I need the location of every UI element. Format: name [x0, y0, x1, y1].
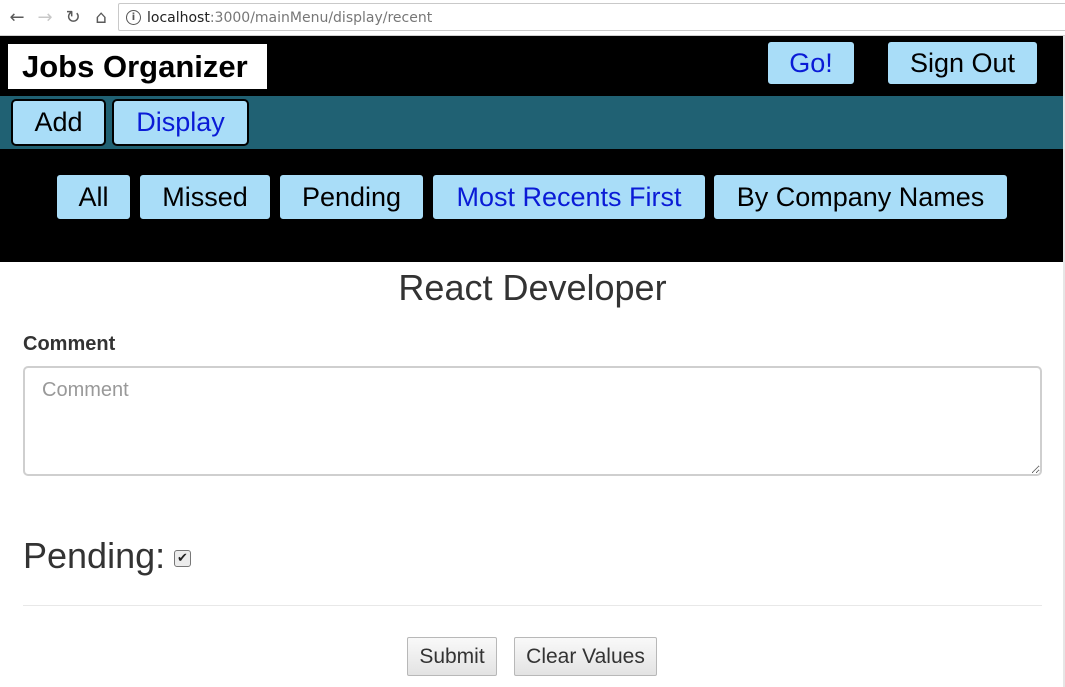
go-button[interactable]: Go! [766, 40, 856, 86]
divider [23, 605, 1042, 606]
pending-label: Pending: [23, 535, 166, 576]
address-bar[interactable]: i localhost:3000/mainMenu/display/recent [118, 3, 1065, 31]
home-icon[interactable]: ⌂ [90, 6, 112, 28]
add-button[interactable]: Add [11, 99, 106, 146]
back-arrow-icon[interactable]: ← [6, 6, 28, 28]
app-header: Jobs Organizer Go! Sign Out [0, 36, 1065, 96]
filter-bar: All Missed Pending Most Recents First By… [0, 149, 1065, 262]
submit-button[interactable]: Submit [407, 637, 497, 676]
url-path: :3000/mainMenu/display/recent [209, 10, 433, 26]
brand-title: Jobs Organizer [8, 44, 267, 89]
filter-recent-button[interactable]: Most Recents First [431, 173, 707, 221]
comment-input[interactable] [23, 366, 1042, 476]
pending-checkbox[interactable]: ✔ [174, 550, 191, 567]
forward-arrow-icon[interactable]: → [34, 6, 56, 28]
checkmark-icon: ✔ [177, 551, 188, 566]
filter-pending-button[interactable]: Pending [278, 173, 425, 221]
clear-values-button[interactable]: Clear Values [514, 637, 657, 676]
filter-missed-button[interactable]: Missed [138, 173, 272, 221]
comment-label: Comment [23, 333, 116, 355]
reload-icon[interactable]: ↻ [62, 6, 84, 28]
browser-toolbar: ← → ↻ ⌂ i localhost:3000/mainMenu/displa… [0, 0, 1065, 36]
filter-all-button[interactable]: All [55, 173, 132, 221]
address-text: localhost:3000/mainMenu/display/recent [147, 10, 432, 26]
sub-navigation: Add Display [0, 96, 1065, 149]
info-icon[interactable]: i [126, 10, 141, 25]
sign-out-button[interactable]: Sign Out [886, 40, 1039, 86]
filter-company-button[interactable]: By Company Names [712, 173, 1009, 221]
url-host: localhost [147, 10, 210, 26]
display-button[interactable]: Display [112, 99, 249, 146]
job-title: React Developer [398, 267, 667, 308]
